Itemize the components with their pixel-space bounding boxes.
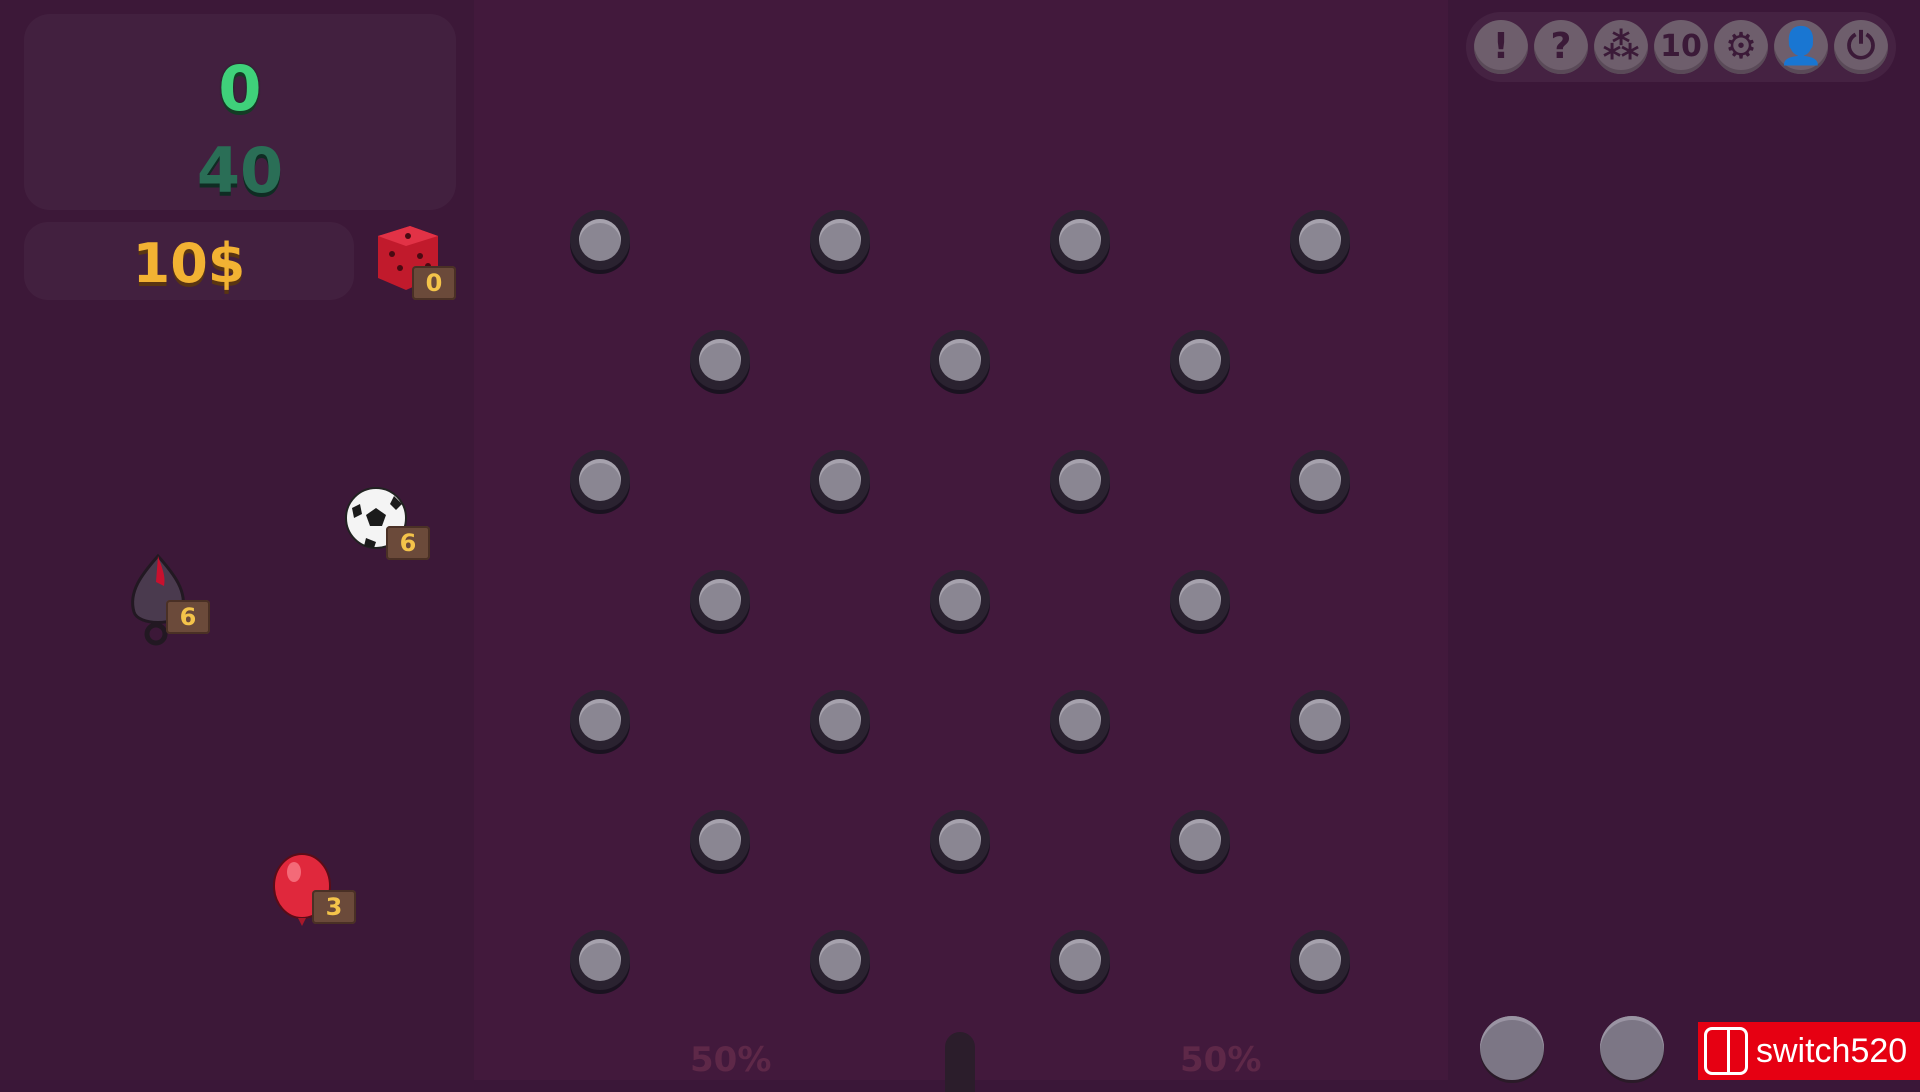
peg <box>570 930 630 990</box>
power-icon[interactable]: ⏻ <box>1834 20 1888 74</box>
alert-icon[interactable]: ! <box>1474 20 1528 74</box>
money-box: 10$ <box>24 222 354 300</box>
peg <box>570 690 630 750</box>
peg <box>1290 210 1350 270</box>
peg <box>690 330 750 390</box>
peg <box>1050 690 1110 750</box>
peg <box>810 450 870 510</box>
peg <box>690 810 750 870</box>
balls-icon[interactable]: ⁂ <box>1594 20 1648 74</box>
dice-item[interactable]: 0 <box>372 222 456 302</box>
left-panel: 0 40 10$ 0 6 6 3 <box>0 0 474 1080</box>
peg <box>1290 450 1350 510</box>
ball-launcher[interactable] <box>945 1032 975 1092</box>
balloon-count-badge: 3 <box>312 890 356 924</box>
peg <box>690 570 750 630</box>
profile-icon[interactable]: 👤 <box>1774 20 1828 74</box>
peg <box>1050 930 1110 990</box>
peg <box>1050 210 1110 270</box>
ball-slot[interactable] <box>1600 1016 1664 1080</box>
plinko-board <box>474 0 1448 1080</box>
peg <box>1050 450 1110 510</box>
peg <box>810 210 870 270</box>
peg <box>1290 690 1350 750</box>
bomb-count-badge: 6 <box>166 600 210 634</box>
peg <box>1290 930 1350 990</box>
balloon-item[interactable]: 3 <box>272 852 362 942</box>
top-toolbar: ! ? ⁂ 10 ⚙ 👤 ⏻ <box>1466 12 1896 82</box>
current-score: 0 <box>218 52 262 125</box>
switch-logo-icon <box>1704 1027 1748 1075</box>
ball-slot[interactable] <box>1480 1016 1544 1080</box>
peg <box>570 210 630 270</box>
peg <box>810 930 870 990</box>
target-score: 40 <box>196 134 284 207</box>
bomb-item[interactable]: 6 <box>126 552 216 652</box>
count-icon[interactable]: 10 <box>1654 20 1708 74</box>
score-box: 0 40 <box>24 14 456 210</box>
peg <box>930 810 990 870</box>
watermark-text: switch520 <box>1756 1031 1908 1070</box>
right-odds-label: 50% <box>1180 1040 1262 1080</box>
peg <box>1170 330 1230 390</box>
soccer-ball-item[interactable]: 6 <box>344 486 434 566</box>
left-odds-label: 50% <box>690 1040 772 1080</box>
watermark: switch520 <box>1698 1022 1920 1080</box>
settings-icon[interactable]: ⚙ <box>1714 20 1768 74</box>
peg <box>810 690 870 750</box>
right-panel <box>1448 0 1920 1080</box>
peg <box>930 570 990 630</box>
soccer-ball-count-badge: 6 <box>386 526 430 560</box>
peg <box>1170 570 1230 630</box>
peg <box>1170 810 1230 870</box>
money-amount: 10$ <box>132 232 246 295</box>
peg <box>570 450 630 510</box>
help-icon[interactable]: ? <box>1534 20 1588 74</box>
dice-count-badge: 0 <box>412 266 456 300</box>
peg <box>930 330 990 390</box>
